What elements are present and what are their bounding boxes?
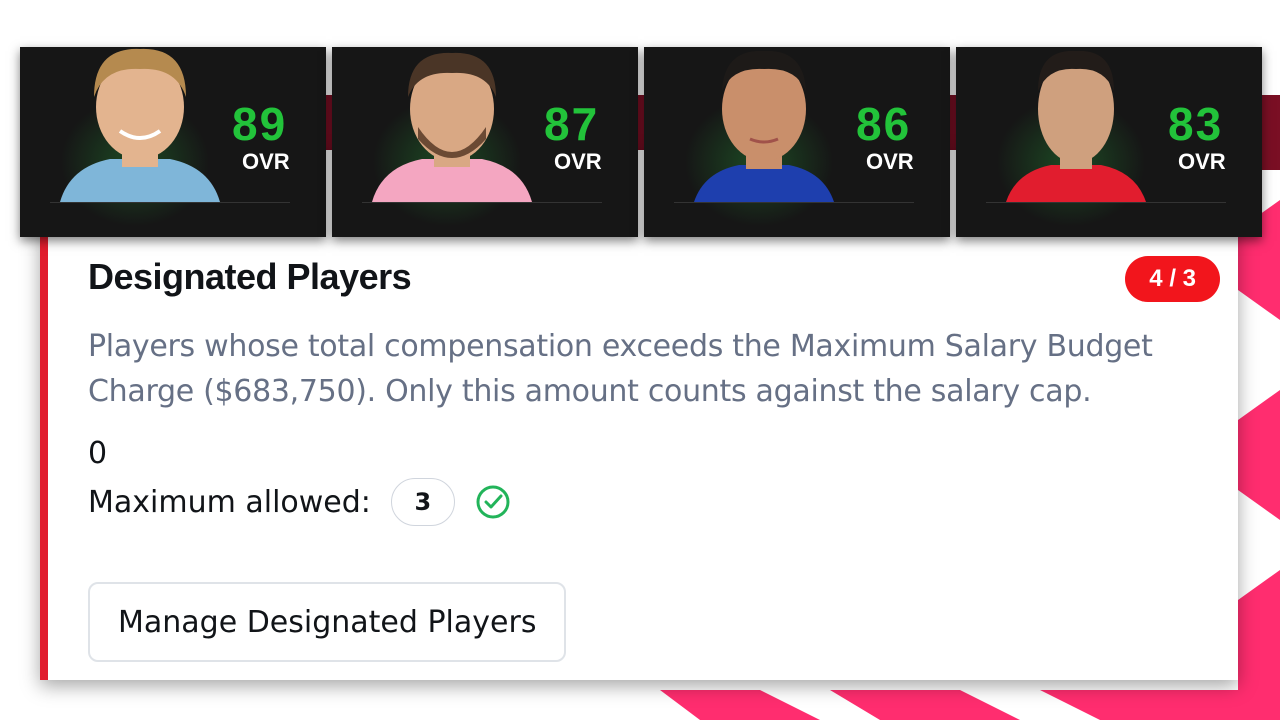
ovr-label: OVR bbox=[554, 149, 602, 174]
player-rating: 87 bbox=[544, 98, 600, 150]
player-portrait-icon bbox=[60, 48, 220, 202]
ovr-label: OVR bbox=[866, 149, 914, 174]
section-title: Designated Players bbox=[88, 256, 412, 297]
player-card[interactable]: 87 OVR bbox=[332, 47, 638, 237]
ovr-label: OVR bbox=[242, 149, 290, 174]
check-circle-icon bbox=[476, 485, 510, 519]
player-card[interactable]: 83 OVR bbox=[956, 47, 1262, 237]
card-divider bbox=[362, 202, 602, 203]
card-divider bbox=[674, 202, 914, 203]
player-card[interactable]: 89 OVR bbox=[20, 47, 326, 237]
ovr-label: OVR bbox=[1178, 149, 1226, 174]
manage-designated-players-button[interactable]: Manage Designated Players bbox=[88, 582, 567, 662]
player-portrait-icon bbox=[694, 50, 834, 202]
player-rating: 89 bbox=[232, 98, 288, 150]
section-description: Players whose total compensation exceeds… bbox=[88, 329, 1153, 409]
player-portrait-icon bbox=[1006, 50, 1146, 202]
player-cards: 89 OVR 87 OVR 86 OVR 83 OVR bbox=[20, 47, 1262, 237]
current-count: 0 bbox=[88, 436, 108, 471]
player-card[interactable]: 86 OVR bbox=[644, 47, 950, 237]
card-divider bbox=[50, 202, 290, 203]
maximum-allowed-row: Maximum allowed: 3 bbox=[88, 478, 511, 526]
player-rating: 83 bbox=[1168, 98, 1224, 150]
maximum-allowed-label: Maximum allowed: bbox=[88, 484, 371, 520]
card-divider bbox=[986, 202, 1226, 203]
count-badge: 4 / 3 bbox=[1125, 256, 1220, 302]
player-rating: 86 bbox=[856, 98, 912, 150]
maximum-allowed-value: 3 bbox=[390, 478, 455, 526]
player-portrait-icon bbox=[372, 52, 532, 202]
